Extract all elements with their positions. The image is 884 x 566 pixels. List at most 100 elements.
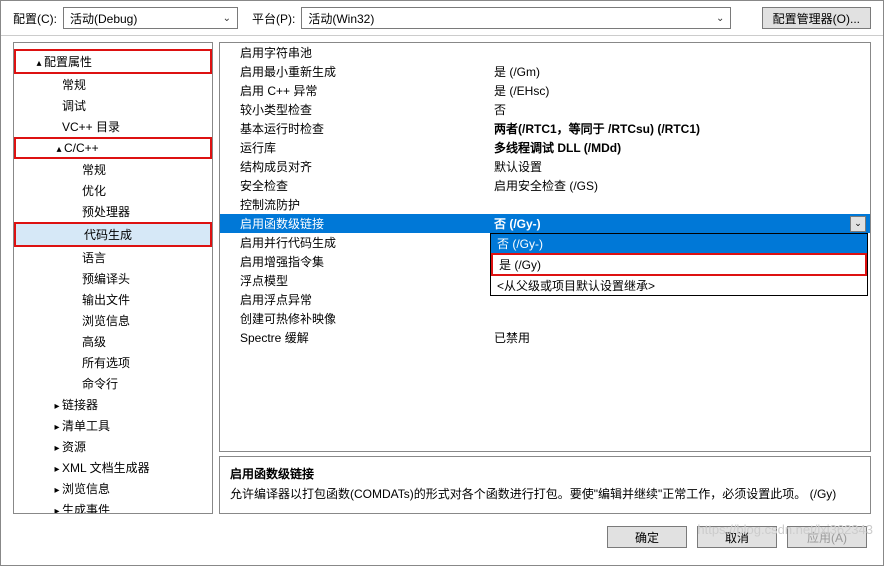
property-name: 安全检查 <box>220 177 490 194</box>
property-name: 控制流防护 <box>220 196 490 213</box>
property-value[interactable]: 两者(/RTC1，等同于 /RTCsu) (/RTC1) <box>490 120 870 137</box>
caret-icon: ▸ <box>52 464 62 475</box>
property-value[interactable]: 否 (/Gy-)⌄ <box>490 215 870 232</box>
platform-value: 活动(Win32) <box>308 10 374 27</box>
caret-icon: ▸ <box>52 485 62 496</box>
config-manager-button[interactable]: 配置管理器(O)... <box>762 7 871 29</box>
tree-item[interactable]: ▸资源 <box>14 436 212 457</box>
property-name: 启用最小重新生成 <box>220 63 490 80</box>
caret-icon: ▴ <box>54 144 64 155</box>
dropdown-item[interactable]: <从父级或项目默认设置继承> <box>491 276 867 295</box>
tree-item-label: 配置属性 <box>44 55 92 69</box>
platform-label: 平台(P): <box>252 10 295 27</box>
tree-item-label: 预编译头 <box>82 272 130 286</box>
property-value[interactable]: 是 (/Gm) <box>490 63 870 80</box>
property-row[interactable]: 基本运行时检查两者(/RTC1，等同于 /RTCsu) (/RTC1) <box>220 119 870 138</box>
tree-item-label: 输出文件 <box>82 293 130 307</box>
config-label: 配置(C): <box>13 10 57 27</box>
tree-item[interactable]: VC++ 目录 <box>14 116 212 137</box>
chevron-down-icon: ⌄ <box>223 13 231 24</box>
dropdown-item[interactable]: 是 (/Gy) <box>491 253 867 276</box>
value-dropdown[interactable]: 否 (/Gy-)是 (/Gy)<从父级或项目默认设置继承> <box>490 233 868 296</box>
property-tree[interactable]: ▴配置属性常规调试VC++ 目录▴C/C++常规优化预处理器代码生成语言预编译头… <box>13 42 213 514</box>
property-name: 启用浮点异常 <box>220 291 490 308</box>
tree-item[interactable]: ▸XML 文档生成器 <box>14 457 212 478</box>
tree-item-label: 语言 <box>82 251 106 265</box>
property-row[interactable]: 安全检查启用安全检查 (/GS) <box>220 176 870 195</box>
property-name: 浮点模型 <box>220 272 490 289</box>
property-value[interactable]: 是 (/EHsc) <box>490 82 870 99</box>
tree-item-label: 所有选项 <box>82 356 130 370</box>
tree-item-label: 优化 <box>82 184 106 198</box>
tree-item[interactable]: ▴配置属性 <box>14 49 212 74</box>
tree-item[interactable]: 常规 <box>14 74 212 95</box>
apply-button[interactable]: 应用(A) <box>787 526 867 548</box>
tree-item-label: 代码生成 <box>84 228 132 242</box>
tree-item[interactable]: ▸生成事件 <box>14 499 212 514</box>
chevron-down-icon: ⌄ <box>716 13 724 24</box>
property-name: 运行库 <box>220 139 490 156</box>
tree-item-label: 命令行 <box>82 377 118 391</box>
ok-button[interactable]: 确定 <box>607 526 687 548</box>
property-value[interactable]: 多线程调试 DLL (/MDd) <box>490 139 870 156</box>
tree-item-label: 资源 <box>62 440 86 454</box>
property-row[interactable]: 启用字符串池 <box>220 43 870 62</box>
tree-item[interactable]: 浏览信息 <box>14 310 212 331</box>
tree-item[interactable]: 高级 <box>14 331 212 352</box>
tree-item-label: 常规 <box>82 163 106 177</box>
tree-item[interactable]: 调试 <box>14 95 212 116</box>
tree-item[interactable]: ▸链接器 <box>14 394 212 415</box>
dropdown-item[interactable]: 否 (/Gy-) <box>491 234 867 253</box>
tree-item-label: 常规 <box>62 78 86 92</box>
cancel-button[interactable]: 取消 <box>697 526 777 548</box>
config-combo[interactable]: 活动(Debug) ⌄ <box>63 7 238 29</box>
tree-item[interactable]: 命令行 <box>14 373 212 394</box>
property-row[interactable]: Spectre 缓解已禁用 <box>220 328 870 347</box>
property-value[interactable]: 否 <box>490 101 870 118</box>
property-row[interactable]: 较小类型检查否 <box>220 100 870 119</box>
tree-item[interactable]: 输出文件 <box>14 289 212 310</box>
tree-item[interactable]: 代码生成 <box>14 222 212 247</box>
property-row[interactable]: 运行库多线程调试 DLL (/MDd) <box>220 138 870 157</box>
tree-item-label: 清单工具 <box>62 419 110 433</box>
description-body: 允许编译器以打包函数(COMDATs)的形式对各个函数进行打包。要使"编辑并继续… <box>230 485 860 502</box>
tree-item-label: VC++ 目录 <box>62 120 120 134</box>
tree-item[interactable]: 所有选项 <box>14 352 212 373</box>
tree-item[interactable]: 语言 <box>14 247 212 268</box>
property-row[interactable]: 启用函数级链接否 (/Gy-)⌄ <box>220 214 870 233</box>
property-name: Spectre 缓解 <box>220 329 490 346</box>
tree-item[interactable]: ▸清单工具 <box>14 415 212 436</box>
property-name: 启用增强指令集 <box>220 253 490 270</box>
property-row[interactable]: 控制流防护 <box>220 195 870 214</box>
tree-item[interactable]: 优化 <box>14 180 212 201</box>
tree-item[interactable]: 常规 <box>14 159 212 180</box>
tree-item-label: 浏览信息 <box>62 482 110 496</box>
tree-item[interactable]: 预处理器 <box>14 201 212 222</box>
tree-item[interactable]: ▸浏览信息 <box>14 478 212 499</box>
property-value[interactable]: 默认设置 <box>490 158 870 175</box>
platform-combo[interactable]: 活动(Win32) ⌄ <box>301 7 731 29</box>
property-name: 启用字符串池 <box>220 44 490 61</box>
property-value[interactable]: 启用安全检查 (/GS) <box>490 177 870 194</box>
tree-item[interactable]: ▴C/C++ <box>14 137 212 159</box>
property-name: 较小类型检查 <box>220 101 490 118</box>
property-row[interactable]: 启用 C++ 异常是 (/EHsc) <box>220 81 870 100</box>
tree-item-label: 生成事件 <box>62 503 110 514</box>
caret-icon: ▸ <box>52 422 62 433</box>
property-row[interactable]: 创建可热修补映像 <box>220 309 870 328</box>
tree-item-label: XML 文档生成器 <box>62 461 150 475</box>
property-row[interactable]: 启用最小重新生成是 (/Gm) <box>220 62 870 81</box>
tree-item-label: 调试 <box>62 99 86 113</box>
property-grid[interactable]: 启用字符串池启用最小重新生成是 (/Gm)启用 C++ 异常是 (/EHsc)较… <box>219 42 871 452</box>
tree-item[interactable]: 预编译头 <box>14 268 212 289</box>
tree-item-label: 链接器 <box>62 398 98 412</box>
tree-item-label: C/C++ <box>64 141 99 155</box>
property-row[interactable]: 结构成员对齐默认设置 <box>220 157 870 176</box>
config-value: 活动(Debug) <box>70 10 137 27</box>
tree-item-label: 浏览信息 <box>82 314 130 328</box>
chevron-down-icon[interactable]: ⌄ <box>850 216 866 232</box>
property-value[interactable]: 已禁用 <box>490 329 870 346</box>
tree-item-label: 预处理器 <box>82 205 130 219</box>
caret-icon: ▸ <box>52 443 62 454</box>
property-name: 结构成员对齐 <box>220 158 490 175</box>
